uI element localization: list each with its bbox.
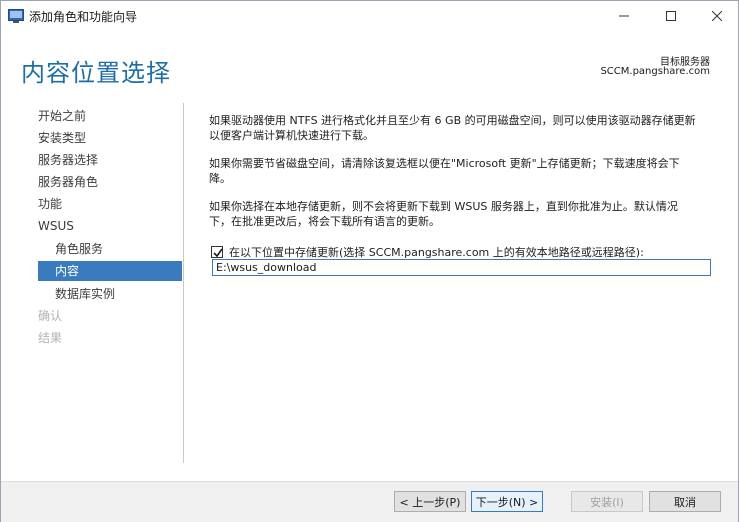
minimize-icon [619, 15, 629, 17]
paragraph-disk-space-line2: 降。 [209, 172, 231, 185]
nav-item-content[interactable]: 内容 [38, 261, 182, 281]
wizard-window: 添加角色和功能向导 内容位置选择 目标服务器 SCCM.pangshare.co… [0, 0, 739, 522]
nav-item-server-roles[interactable]: 服务器角色 [38, 172, 183, 192]
nav-divider [183, 103, 184, 463]
nav-item-confirmation: 确认 [38, 309, 63, 323]
paragraph-ntfs: 如果驱动器使用 NTFS 进行格式化并且至少有 6 GB 的可用磁盘空间，则可以… [209, 113, 714, 143]
paragraph-ntfs-line1: 如果驱动器使用 NTFS 进行格式化并且至少有 6 GB 的可用磁盘空间，则可以… [209, 114, 696, 127]
nav-item-role-services[interactable]: 角色服务 [38, 239, 183, 259]
store-updates-label: 在以下位置中存储更新(选择 SCCM.pangshare.com 上的有效本地路… [229, 246, 644, 259]
nav-item-results: 结果 [38, 331, 63, 345]
paragraph-local-store-line2: 下，在批准更改后，将会下载所有语言的更新。 [209, 215, 440, 228]
paragraph-local-store-line1: 如果你选择在本地存储更新，则不会将更新下载到 WSUS 服务器上，直到你批准为止… [209, 200, 678, 213]
wizard-header: 内容位置选择 目标服务器 SCCM.pangshare.com [1, 31, 738, 91]
nav-item-installation-type[interactable]: 安装类型 [38, 128, 183, 148]
maximize-button[interactable] [648, 1, 694, 31]
previous-button[interactable]: < 上一步(P) [394, 491, 466, 512]
target-server-value: SCCM.pangshare.com [600, 66, 710, 77]
title-bar: 添加角色和功能向导 [1, 1, 738, 31]
paragraph-disk-space: 如果你需要节省磁盘空间，请清除该复选框以便在"Microsoft 更新"上存储更… [209, 156, 714, 186]
window-title: 添加角色和功能向导 [29, 10, 138, 24]
maximize-icon [666, 11, 676, 21]
nav-item-server-selection[interactable]: 服务器选择 [38, 150, 183, 170]
server-manager-icon [8, 9, 24, 23]
paragraph-local-store: 如果你选择在本地存储更新，则不会将更新下载到 WSUS 服务器上，直到你批准为止… [209, 199, 714, 229]
next-button[interactable]: 下一步(N) > [471, 491, 543, 512]
page-title: 内容位置选择 [21, 59, 171, 87]
minimize-button[interactable] [601, 1, 647, 31]
paragraph-disk-space-line1: 如果你需要节省磁盘空间，请清除该复选框以便在"Microsoft 更新"上存储更… [209, 157, 680, 170]
install-button: 安装(I) [571, 491, 643, 512]
close-icon [712, 11, 722, 21]
nav-item-features[interactable]: 功能 [38, 194, 183, 214]
store-updates-option[interactable]: 在以下位置中存储更新(选择 SCCM.pangshare.com 上的有效本地路… [211, 244, 644, 260]
store-updates-checkbox[interactable] [211, 246, 223, 258]
paragraph-ntfs-line2: 以便客户端计算机快速进行下载。 [209, 129, 374, 142]
nav-item-before-you-begin[interactable]: 开始之前 [38, 106, 183, 126]
cancel-button[interactable]: 取消 [649, 491, 721, 512]
nav-item-db-instance[interactable]: 数据库实例 [38, 284, 183, 304]
close-button[interactable] [694, 1, 739, 31]
nav-item-wsus[interactable]: WSUS [38, 216, 183, 236]
content-path-input[interactable] [212, 259, 711, 276]
checkmark-icon [213, 248, 223, 258]
